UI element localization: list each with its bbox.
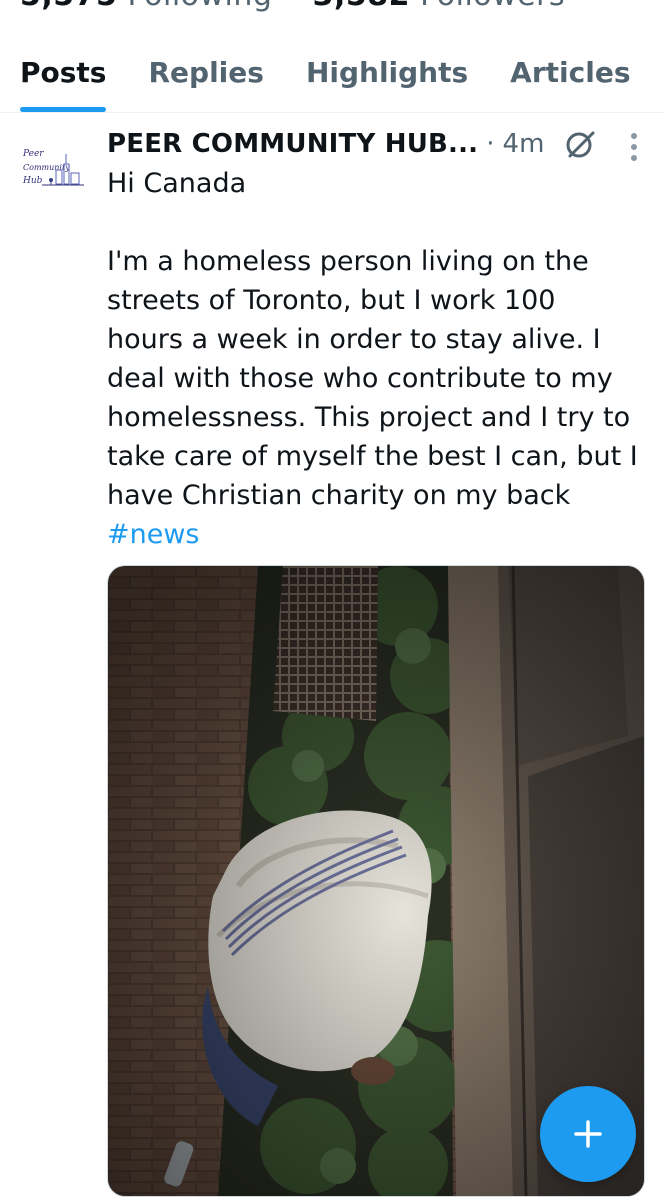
- post-time[interactable]: 4m: [503, 129, 545, 159]
- following-count: 5,575: [20, 0, 117, 13]
- followers-label[interactable]: Followers: [420, 0, 565, 13]
- tab-replies-label: Replies: [148, 56, 264, 89]
- tab-highlights[interactable]: Highlights: [306, 40, 468, 112]
- tab-articles-label: Articles: [510, 56, 631, 89]
- grok-slash-circle-icon[interactable]: [564, 127, 598, 161]
- followers-count: 3,582: [313, 0, 410, 13]
- plus-icon: [574, 1120, 602, 1148]
- post-header: PEER COMMUNITY HUB... · 4m: [107, 124, 644, 164]
- author-name[interactable]: PEER COMMUNITY HUB...: [107, 129, 478, 159]
- svg-text:Hub: Hub: [22, 176, 43, 186]
- post-text: Hi Canada I'm a homeless person living o…: [107, 168, 638, 511]
- active-tab-indicator: [20, 107, 107, 112]
- tab-highlights-label: Highlights: [305, 56, 469, 89]
- compose-button[interactable]: [540, 1086, 636, 1182]
- following-label[interactable]: Following: [127, 0, 272, 13]
- tab-articles[interactable]: Articles: [510, 40, 630, 112]
- svg-text:Peer: Peer: [22, 149, 44, 159]
- hashtag-link[interactable]: #news: [107, 519, 200, 550]
- avatar[interactable]: Peer Community Hub: [20, 140, 88, 192]
- tab-replies[interactable]: Replies: [148, 40, 263, 112]
- profile-stats: 5,575 Following 3,582 Followers: [20, 0, 565, 13]
- svg-text:Community: Community: [23, 163, 70, 172]
- avatar-logo: Peer Community Hub: [22, 149, 84, 186]
- tab-posts[interactable]: Posts: [20, 40, 107, 112]
- post-separator: ·: [486, 129, 495, 159]
- tab-posts-label: Posts: [20, 56, 107, 89]
- profile-tabs: Posts Replies Highlights Articles: [0, 40, 664, 113]
- post-body: Hi Canada I'm a homeless person living o…: [107, 164, 647, 554]
- more-vertical-icon[interactable]: [630, 132, 638, 162]
